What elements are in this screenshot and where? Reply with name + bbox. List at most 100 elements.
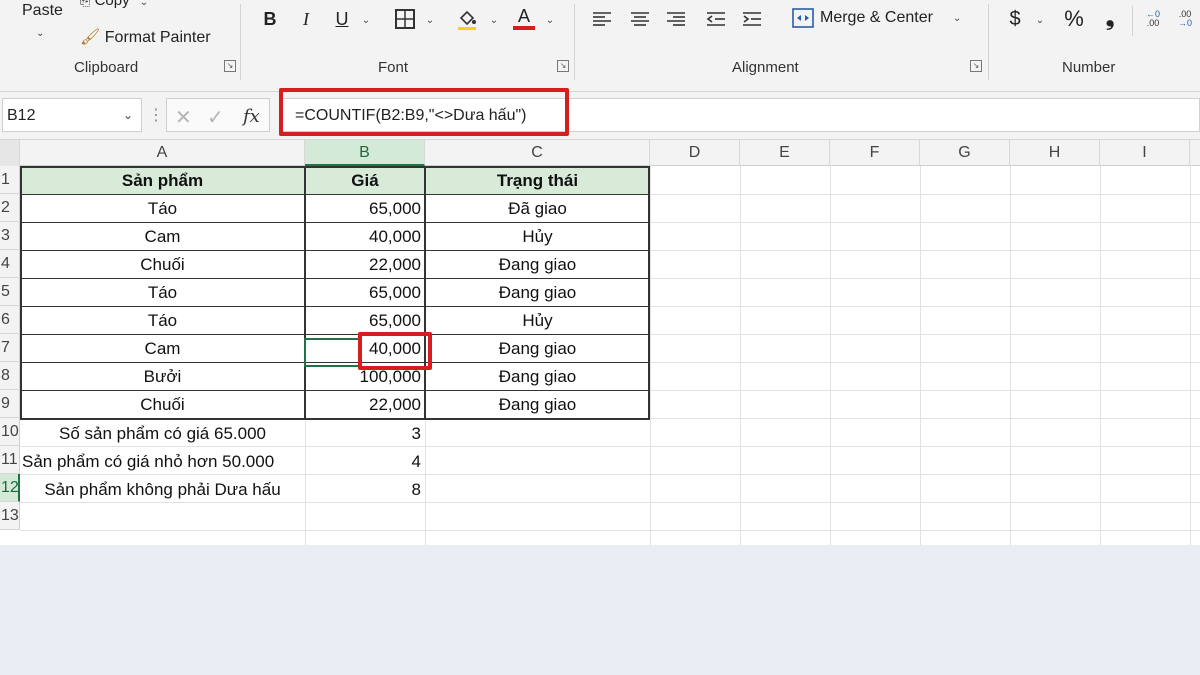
font-color-dropdown-chevron-icon[interactable]: ⌄ [544, 12, 556, 28]
product-cell[interactable]: Chuối [20, 391, 305, 419]
paste-dropdown-chevron-icon[interactable]: ⌄ [36, 28, 44, 39]
alignment-dialog-launcher-icon[interactable]: ↘ [970, 60, 982, 72]
column-header-b[interactable]: B [305, 140, 425, 166]
product-cell[interactable]: Chuối [20, 251, 305, 279]
price-cell[interactable]: 22,000 [305, 251, 425, 279]
product-cell[interactable]: Cam [20, 223, 305, 251]
accounting-dropdown-chevron-icon[interactable]: ⌄ [1034, 12, 1046, 28]
row-header-5[interactable]: 5 [0, 278, 20, 306]
summary-value-cell[interactable]: 4 [305, 448, 425, 476]
column-header-f[interactable]: F [830, 140, 920, 166]
insert-function-icon[interactable]: fx [243, 106, 260, 127]
paste-label: Paste [22, 2, 63, 19]
row-header-2[interactable]: 2 [0, 194, 20, 222]
comma-style-button[interactable]: ❟ [1100, 4, 1120, 32]
clipboard-dialog-launcher-icon[interactable]: ↘ [224, 60, 236, 72]
fill-color-dropdown-chevron-icon[interactable]: ⌄ [488, 12, 500, 28]
summary-value-cell[interactable]: 8 [305, 476, 425, 504]
header-cell-gia[interactable]: Giá [305, 167, 425, 195]
font-color-button[interactable]: A [512, 4, 536, 32]
product-cell[interactable]: Táo [20, 195, 305, 223]
ribbon-separator [988, 4, 989, 80]
column-header-e[interactable]: E [740, 140, 830, 166]
merge-center-button[interactable]: Merge & Center ⌄ [792, 8, 961, 28]
accounting-format-button[interactable]: $ [1004, 6, 1026, 32]
row-header-1[interactable]: 1 [0, 166, 20, 194]
underline-dropdown-chevron-icon[interactable]: ⌄ [360, 12, 372, 28]
price-cell[interactable]: 65,000 [305, 195, 425, 223]
name-box-dropdown-chevron-icon[interactable]: ⌄ [123, 108, 133, 122]
status-cell[interactable]: Hủy [425, 223, 650, 251]
row-header-10[interactable]: 10 [0, 418, 20, 446]
borders-dropdown-chevron-icon[interactable]: ⌄ [424, 12, 436, 28]
increase-decimal-button[interactable]: ←0 .00 [1140, 6, 1166, 32]
summary-label-cell[interactable]: Sản phẩm có giá nhỏ hơn 50.000 [22, 448, 305, 476]
cancel-icon[interactable]: ✕ [175, 105, 192, 130]
increase-indent-button[interactable] [740, 8, 764, 30]
italic-button[interactable]: I [296, 8, 316, 30]
column-header-c[interactable]: C [425, 140, 650, 166]
percent-style-button[interactable]: % [1060, 6, 1088, 32]
row-header-6[interactable]: 6 [0, 306, 20, 334]
name-box[interactable]: B12 ⌄ [2, 98, 142, 132]
borders-button[interactable] [392, 6, 418, 32]
row-header-13[interactable]: 13 [0, 502, 20, 530]
row-header-3[interactable]: 3 [0, 222, 20, 250]
underline-button[interactable]: U [332, 8, 352, 30]
row-header-8[interactable]: 8 [0, 362, 20, 390]
product-cell[interactable]: Táo [20, 279, 305, 307]
align-right-button[interactable] [664, 8, 688, 30]
decrease-indent-button[interactable] [704, 8, 728, 30]
status-cell[interactable]: Đang giao [425, 335, 650, 363]
price-cell[interactable]: 65,000 [305, 307, 425, 335]
row-header-7[interactable]: 7 [0, 334, 20, 362]
result-highlight-box [358, 332, 432, 370]
product-cell[interactable]: Táo [20, 307, 305, 335]
font-dialog-launcher-icon[interactable]: ↘ [557, 60, 569, 72]
summary-label-cell[interactable]: Số sản phẩm có giá 65.000 [20, 420, 305, 448]
status-cell[interactable]: Đang giao [425, 391, 650, 419]
decrease-decimal-button[interactable]: .00 →0 [1172, 6, 1198, 32]
number-group-label: Number [1062, 59, 1116, 76]
active-cell-b12[interactable] [304, 338, 360, 367]
column-header-g[interactable]: G [920, 140, 1010, 166]
price-cell[interactable]: 65,000 [305, 279, 425, 307]
column-header-i[interactable]: I [1100, 140, 1190, 166]
underline-label: U [335, 8, 349, 29]
copy-button[interactable]: ⎘ Copy ⌄ [80, 0, 148, 9]
status-cell[interactable]: Đang giao [425, 279, 650, 307]
status-cell[interactable]: Đã giao [425, 195, 650, 223]
align-left-button[interactable] [590, 8, 614, 30]
summary-value-cell[interactable]: 3 [305, 420, 425, 448]
ribbon-separator [1132, 6, 1133, 36]
ribbon-separator [574, 4, 575, 80]
copy-icon: ⎘ [80, 0, 91, 8]
enter-check-icon[interactable]: ✓ [207, 105, 224, 130]
column-header-d[interactable]: D [650, 140, 740, 166]
status-cell[interactable]: Hủy [425, 307, 650, 335]
row-header-12[interactable]: 12 [0, 474, 20, 502]
status-cell[interactable]: Đang giao [425, 363, 650, 391]
row-header-9[interactable]: 9 [0, 390, 20, 418]
price-cell[interactable]: 40,000 [305, 223, 425, 251]
product-cell[interactable]: Bưởi [20, 363, 305, 391]
bold-button[interactable]: B [258, 8, 282, 30]
summary-label-cell[interactable]: Sản phẩm không phải Dưa hấu [20, 476, 305, 504]
header-cell-trang-thai[interactable]: Trạng thái [425, 167, 650, 195]
row-header-11[interactable]: 11 [0, 446, 20, 474]
column-header-a[interactable]: A [20, 140, 305, 166]
select-all-corner[interactable] [0, 140, 20, 166]
status-cell[interactable]: Đang giao [425, 251, 650, 279]
italic-label: I [303, 8, 309, 29]
column-header-h[interactable]: H [1010, 140, 1100, 166]
row-header-4[interactable]: 4 [0, 250, 20, 278]
header-cell-san-pham[interactable]: Sản phẩm [20, 167, 305, 195]
fill-color-button[interactable] [454, 6, 480, 32]
worksheet-grid[interactable]: A B C D E F G H I 1 2 3 4 5 6 7 8 9 10 1… [0, 140, 1200, 545]
format-painter-button[interactable]: 🖌 Format Painter [80, 27, 211, 47]
product-cell[interactable]: Cam [20, 335, 305, 363]
align-center-button[interactable] [628, 8, 652, 30]
paste-button[interactable]: Paste [22, 2, 63, 20]
formula-bar-grip-icon[interactable]: ⋮ [148, 105, 164, 125]
price-cell[interactable]: 22,000 [305, 391, 425, 419]
